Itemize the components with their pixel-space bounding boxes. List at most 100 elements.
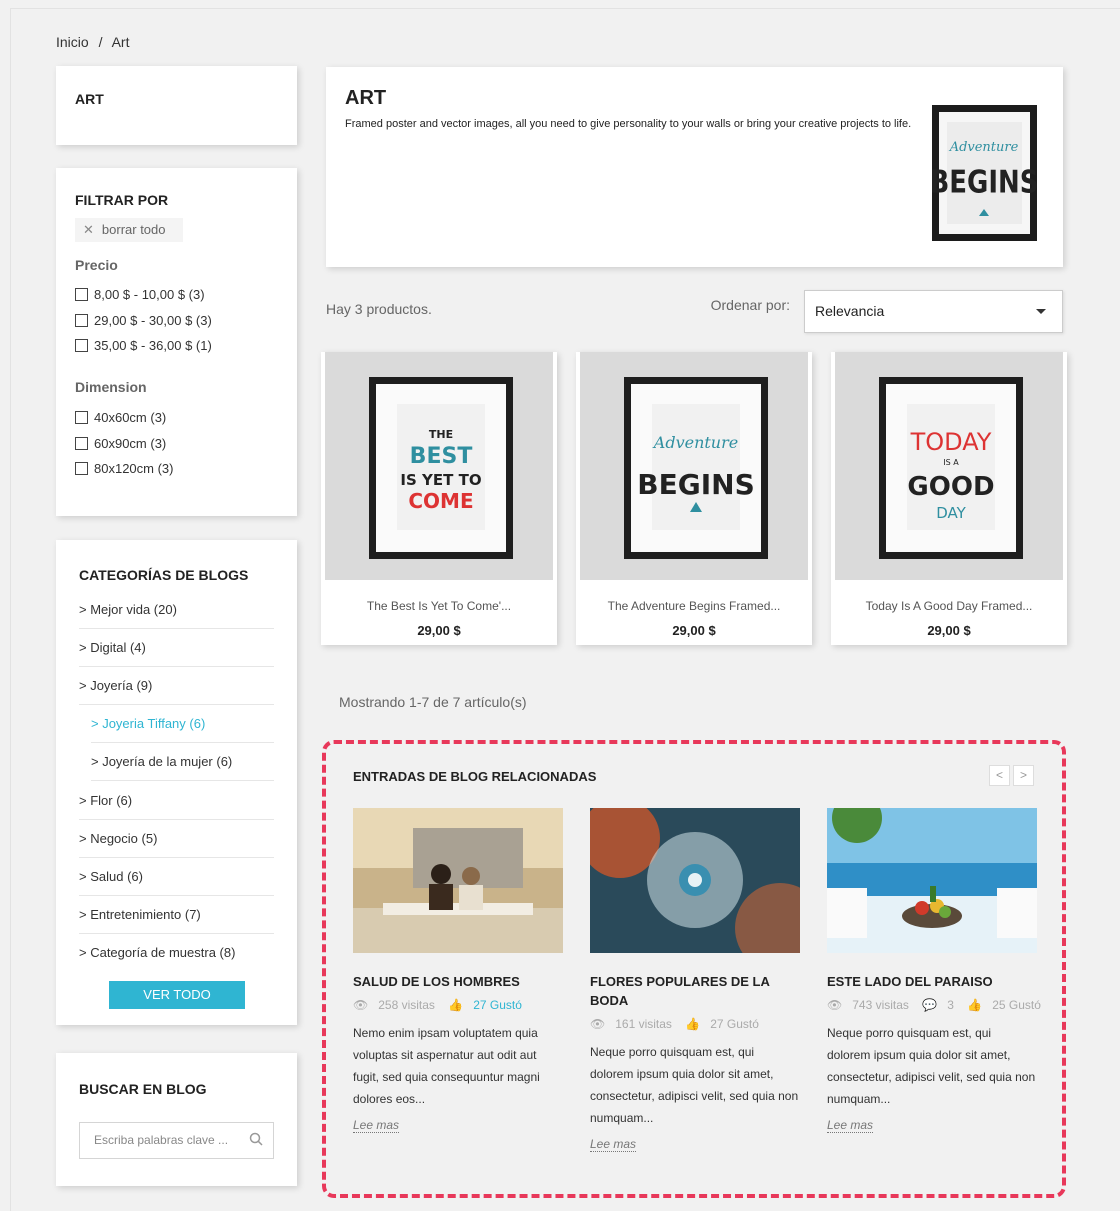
breadcrumb-current[interactable]: Art (112, 34, 130, 50)
blog-post-card: SALUD DE LOS HOMBRES 👁 258 visitas 👍 27 Gu… (353, 808, 563, 1134)
checkbox[interactable] (75, 314, 88, 327)
checkbox[interactable] (75, 339, 88, 352)
blog-post-image[interactable] (353, 808, 563, 953)
price-option-label: 29,00 $ - 30,00 $ (3) (94, 313, 212, 328)
read-more-link[interactable]: Lee mas (590, 1137, 637, 1152)
dimension-option[interactable]: 80x120cm (3) (75, 461, 173, 476)
blog-post-excerpt: Nemo enim ipsam voluptatem quia voluptas… (353, 1026, 540, 1106)
thumbs-up-icon[interactable]: 👍 (967, 998, 982, 1012)
blog-category-item[interactable]: > Negocio (5) (79, 820, 274, 858)
blog-post-excerpt: Neque porro quisquam est, qui dolorem ip… (590, 1045, 799, 1125)
svg-text:DAY: DAY (936, 504, 966, 522)
sort-label: Ordenar por: (710, 297, 790, 313)
clear-all-label: borrar todo (101, 222, 166, 237)
blog-post-title[interactable]: ESTE LADO DEL PARAISO (827, 972, 1037, 991)
product-image[interactable]: THE BEST IS YET TO COME (325, 352, 553, 580)
price-option-label: 35,00 $ - 36,00 $ (1) (94, 338, 212, 353)
eye-icon: 👁 (590, 1017, 606, 1031)
blog-post-likes[interactable]: 27 Gustó (473, 998, 522, 1012)
product-card[interactable]: Adventure BEGINS The Adventure Begins Fr… (576, 352, 812, 645)
product-image[interactable]: Adventure BEGINS (580, 352, 808, 580)
svg-text:GOOD: GOOD (907, 472, 994, 502)
blog-post-card: FLORES POPULARES DE LA BODA 👁 161 visitas… (580, 798, 825, 1153)
blog-categories-box: CATEGORÍAS DE BLOGS > Mejor vida (20) > … (56, 540, 297, 1025)
blog-post-title[interactable]: SALUD DE LOS HOMBRES (353, 972, 563, 991)
read-more-link[interactable]: Lee mas (353, 1118, 400, 1133)
close-icon: ✕ (83, 222, 94, 237)
category-header: ART Framed poster and vector images, all… (326, 67, 1063, 267)
breadcrumb: Inicio / Art (56, 34, 135, 50)
product-name[interactable]: The Adventure Begins Framed... (576, 599, 812, 613)
svg-text:Adventure: Adventure (949, 140, 1019, 155)
product-price: 29,00 $ (672, 623, 716, 638)
search-icon[interactable] (249, 1132, 263, 1146)
thumbs-up-icon[interactable]: 👍 (448, 998, 463, 1012)
pagination-summary: Mostrando 1-7 de 7 artículo(s) (339, 694, 527, 710)
view-all-button[interactable]: VER TODO (109, 981, 245, 1009)
category-tree-title[interactable]: ART (75, 91, 104, 107)
carousel-prev-button[interactable]: < (989, 765, 1010, 786)
sort-select[interactable]: Relevancia (804, 290, 1063, 333)
eye-icon: 👁 (353, 998, 369, 1012)
blog-post-comments: 3 (947, 998, 954, 1012)
related-posts-title: ENTRADAS DE BLOG RELACIONADAS (353, 769, 597, 784)
category-description: Framed poster and vector images, all you… (345, 118, 912, 130)
blog-post-card: ESTE LADO DEL PARAISO 👁 743 visitas 💬 3 👍 2… (827, 793, 1041, 1134)
product-image[interactable]: TODAY IS A GOOD DAY (835, 352, 1063, 580)
blog-category-item[interactable]: > Categoría de muestra (8) (79, 934, 274, 972)
blog-category-item[interactable]: > Digital (4) (79, 629, 274, 667)
clear-all-button[interactable]: ✕ borrar todo (75, 218, 183, 242)
blog-post-meta: 👁 258 visitas 👍 27 Gustó (353, 998, 563, 1012)
search-placeholder: Escriba palabras clave ... (94, 1133, 229, 1147)
product-price: 29,00 $ (417, 623, 461, 638)
product-card[interactable]: THE BEST IS YET TO COME The Best Is Yet … (321, 352, 557, 645)
blog-category-item[interactable]: > Flor (6) (79, 782, 274, 820)
thumbs-up-icon[interactable]: 👍 (685, 1017, 700, 1031)
blog-post-title[interactable]: FLORES POPULARES DE LA BODA (590, 972, 800, 1010)
carousel-next-button[interactable]: > (1013, 765, 1034, 786)
blog-category-item[interactable]: > Salud (6) (79, 858, 274, 896)
svg-text:BEST: BEST (410, 444, 473, 469)
product-name[interactable]: The Best Is Yet To Come'... (321, 599, 557, 613)
dimension-option[interactable]: 40x60cm (3) (75, 410, 166, 425)
category-title: ART (345, 87, 387, 109)
blog-category-item[interactable]: > Mejor vida (20) (79, 591, 274, 629)
svg-text:BEGINS: BEGINS (932, 163, 1037, 200)
product-card[interactable]: TODAY IS A GOOD DAY Today Is A Good Day … (831, 352, 1067, 645)
blog-post-likes[interactable]: 27 Gustó (710, 1017, 759, 1031)
blog-category-item[interactable]: > Joyeria Tiffany (6) (91, 705, 274, 743)
dimension-option[interactable]: 60x90cm (3) (75, 436, 166, 451)
category-image: Adventure BEGINS (932, 105, 1037, 241)
product-price: 29,00 $ (927, 623, 971, 638)
price-option[interactable]: 29,00 $ - 30,00 $ (3) (75, 313, 212, 328)
blog-search-input[interactable]: Escriba palabras clave ... (79, 1122, 274, 1159)
eye-icon: 👁 (827, 998, 843, 1012)
checkbox[interactable] (75, 288, 88, 301)
dimension-option-label: 60x90cm (3) (94, 436, 167, 451)
checkbox[interactable] (75, 462, 88, 475)
blog-category-item[interactable]: > Entretenimiento (7) (79, 896, 274, 934)
price-option-label: 8,00 $ - 10,00 $ (3) (94, 287, 205, 302)
svg-text:IS YET TO: IS YET TO (400, 471, 481, 489)
blog-post-likes[interactable]: 25 Gustó (992, 998, 1041, 1012)
blog-post-image[interactable] (827, 793, 1037, 953)
svg-text:THE: THE (429, 428, 453, 441)
price-option[interactable]: 35,00 $ - 36,00 $ (1) (75, 338, 212, 353)
blog-post-meta: 👁 161 visitas 👍 27 Gustó (590, 1017, 800, 1031)
blog-search-title: BUSCAR EN BLOG (79, 1081, 207, 1097)
comment-icon: 💬 (922, 998, 938, 1012)
checkbox[interactable] (75, 437, 88, 450)
product-name[interactable]: Today Is A Good Day Framed... (831, 599, 1067, 613)
blog-category-item[interactable]: > Joyería de la mujer (6) (91, 743, 274, 781)
product-count: Hay 3 productos. (326, 301, 432, 317)
facet-filter-box: FILTRAR POR ✕ borrar todo Precio 8,00 $ -… (56, 168, 297, 516)
blog-post-excerpt: Neque porro quisquam est, qui dolorem ip… (827, 1026, 1036, 1106)
price-option[interactable]: 8,00 $ - 10,00 $ (3) (75, 287, 205, 302)
related-posts-section: ENTRADAS DE BLOG RELACIONADAS < > SALUD … (322, 740, 1066, 1198)
checkbox[interactable] (75, 411, 88, 424)
blog-post-image[interactable] (580, 798, 825, 973)
read-more-link[interactable]: Lee mas (827, 1118, 874, 1133)
blog-category-item[interactable]: > Joyería (9) (79, 667, 274, 705)
blog-post-views: 258 visitas (378, 998, 435, 1012)
breadcrumb-home[interactable]: Inicio (56, 34, 89, 50)
